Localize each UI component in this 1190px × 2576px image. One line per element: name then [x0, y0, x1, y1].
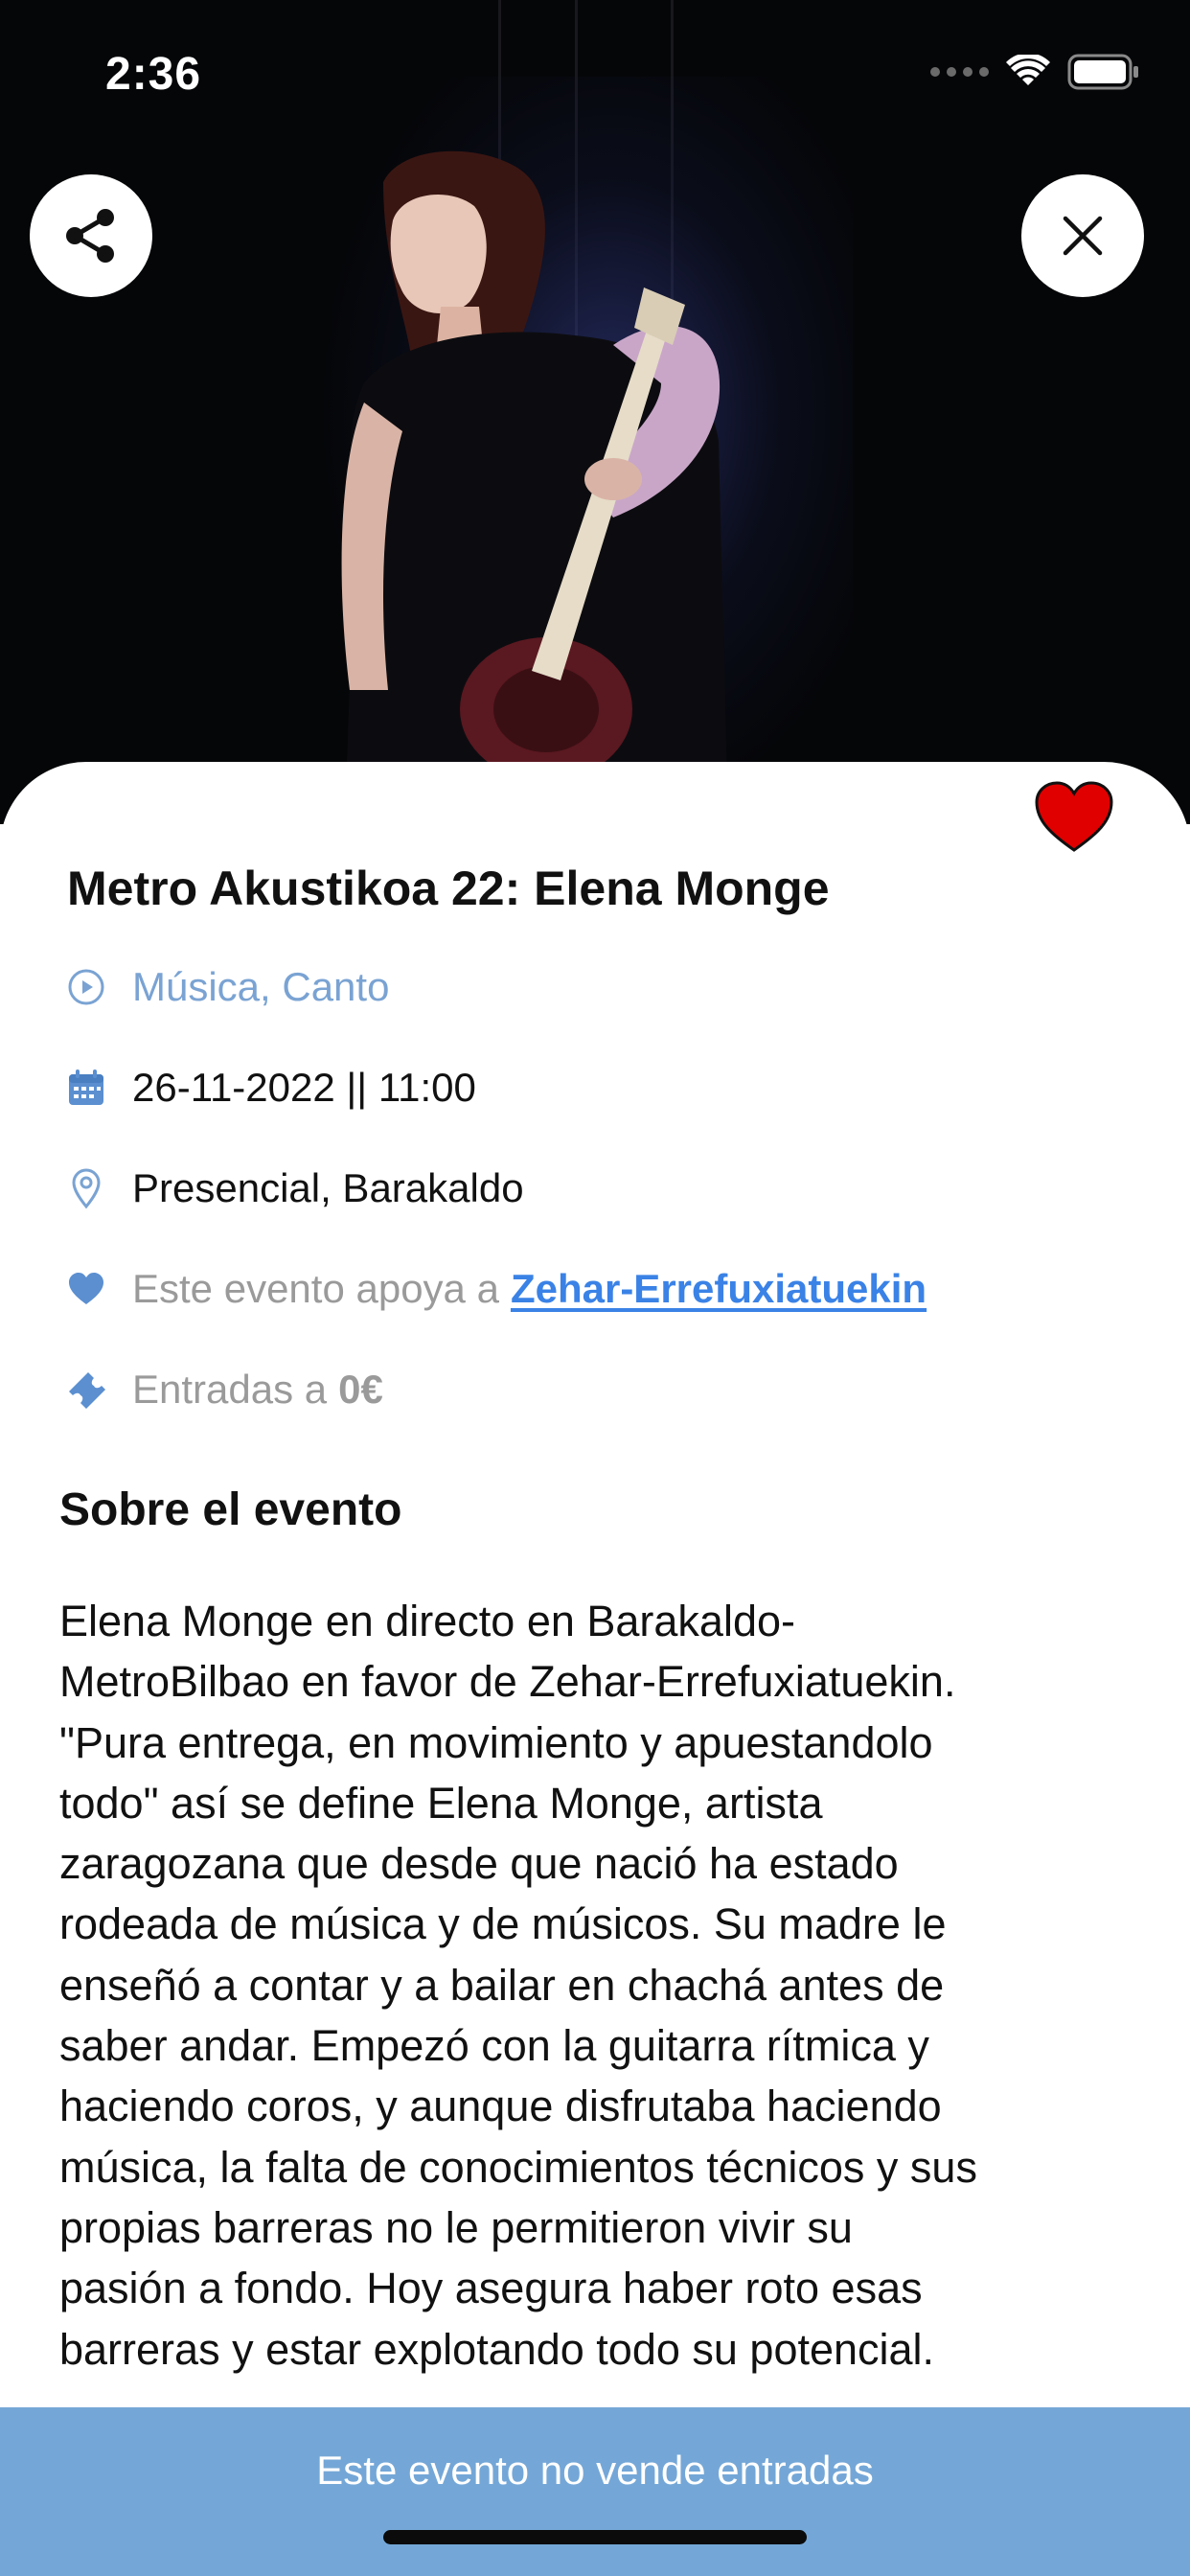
support-organization-link[interactable]: Zehar-Errefuxiatuekin: [511, 1266, 927, 1312]
event-title: Metro Akustikoa 22: Elena Monge: [67, 862, 830, 915]
event-hero-image: 2:36: [0, 0, 1190, 824]
ticket-icon: [65, 1368, 107, 1411]
cellular-signal-icon: [930, 67, 989, 77]
map-pin-icon: [65, 1167, 107, 1209]
event-location: Presencial, Barakaldo: [132, 1165, 524, 1210]
about-heading: Sobre el evento: [59, 1484, 402, 1535]
battery-icon: [1067, 54, 1138, 90]
tickets-price: 0€: [338, 1367, 383, 1412]
wifi-icon: [1006, 55, 1050, 85]
event-date-row: 26-11-2022 || 11:00: [65, 1065, 476, 1111]
calendar-icon: [65, 1067, 107, 1109]
favorite-heart-icon[interactable]: [1033, 779, 1115, 854]
event-support-row: Este evento apoya a Zehar-Errefuxiatueki…: [65, 1266, 927, 1312]
tickets-prefix: Entradas a: [132, 1367, 328, 1412]
event-category-row: Música, Canto: [65, 964, 389, 1010]
event-category: Música, Canto: [132, 964, 390, 1009]
share-icon: [66, 209, 114, 263]
event-tickets-row: Entradas a 0€: [65, 1367, 383, 1413]
support-prefix: Este evento apoya a: [132, 1266, 499, 1311]
status-time: 2:36: [105, 49, 202, 100]
play-circle-icon: [65, 966, 107, 1008]
close-button[interactable]: [1021, 174, 1144, 297]
performer-silhouette: [341, 150, 728, 824]
tickets-status-label: Este evento no vende entradas: [316, 2448, 874, 2493]
share-button[interactable]: [30, 174, 152, 297]
home-indicator[interactable]: [383, 2530, 807, 2544]
about-description: Elena Monge en directo en Barakaldo- Met…: [59, 1597, 977, 2374]
close-icon: [1063, 216, 1103, 256]
event-location-row: Presencial, Barakaldo: [65, 1165, 524, 1211]
tickets-status-bar: Este evento no vende entradas: [0, 2407, 1190, 2576]
heart-icon: [65, 1268, 107, 1310]
event-datetime: 26-11-2022 || 11:00: [132, 1065, 476, 1110]
status-icons: [930, 54, 1140, 90]
